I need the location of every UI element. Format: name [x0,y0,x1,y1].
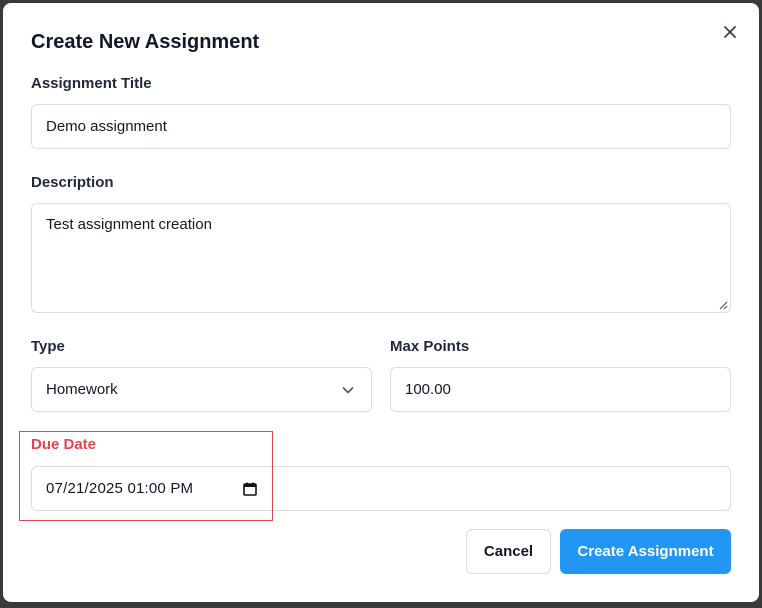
due-date-label: Due Date [31,436,97,453]
dialog-title: Create New Assignment [31,31,260,53]
assignment-title-label: Assignment Title [31,75,152,92]
close-button[interactable] [719,21,741,43]
close-icon [724,26,736,38]
type-selected-value: Homework [46,381,118,398]
max-points-label: Max Points [390,338,470,355]
create-assignment-dialog: Create New Assignment Assignment Title D… [3,3,759,602]
cancel-button[interactable]: Cancel [466,529,551,574]
assignment-title-input[interactable]: Demo assignment [31,104,731,149]
type-label: Type [31,338,65,355]
assignment-title-value: Demo assignment [46,118,167,135]
description-label: Description [31,174,114,191]
max-points-value: 100.00 [405,381,451,398]
due-date-value: 07/21/2025 01:00 PM [46,480,194,497]
resize-handle-icon[interactable] [718,300,728,310]
description-textarea[interactable]: Test assignment creation [31,203,731,313]
create-assignment-button[interactable]: Create Assignment [560,529,731,574]
description-value: Test assignment creation [46,216,212,233]
type-select[interactable]: Homework [31,367,372,412]
calendar-icon[interactable] [242,481,258,497]
due-date-input[interactable]: 07/21/2025 01:00 PM [31,466,731,511]
chevron-down-icon [342,386,354,393]
max-points-input[interactable]: 100.00 [390,367,731,412]
